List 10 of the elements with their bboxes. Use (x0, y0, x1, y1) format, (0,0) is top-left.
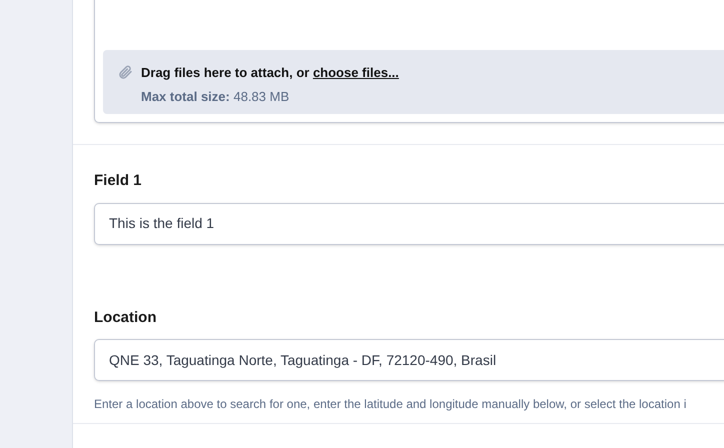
help-text: Enter a location above to search for one, enter the latitude and longitude manually below, or select the location i (94, 396, 688, 413)
dropzone-text: Drag files here to attach, or choose files... (141, 64, 399, 82)
paperclip-icon (117, 64, 133, 80)
text-field[interactable]: This is the field 1 (94, 202, 724, 244)
attachment-dropzone[interactable]: Drag files here to attach, or choose files... Max total size: 48.83 MB (103, 50, 724, 114)
field-label: Field 1 (94, 171, 143, 191)
max-size-text: Max total size: 48.83 MB (141, 88, 290, 106)
choose-files-link[interactable]: choose files... (312, 65, 399, 80)
text-field[interactable]: QNE 33, Taguatinga Norte, Taguatinga - DF, 72120-490, Brasil (94, 339, 724, 381)
field-label: Location (94, 308, 158, 328)
